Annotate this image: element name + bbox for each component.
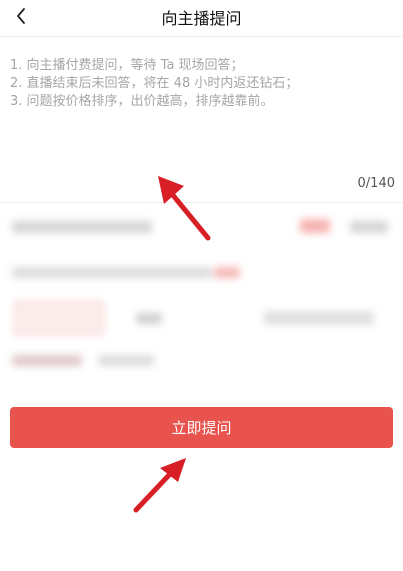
page-title: 向主播提问 — [161, 9, 242, 28]
annotation-arrow-icon — [133, 458, 186, 513]
character-counter: 0/140 — [357, 176, 395, 191]
obscured-line — [12, 355, 82, 366]
obscured-line — [214, 267, 240, 278]
annotation-arrow-icon — [158, 176, 211, 241]
obscured-option — [14, 301, 104, 335]
obscured-line — [264, 311, 374, 325]
question-input[interactable] — [10, 57, 390, 177]
obscured-line — [98, 355, 154, 366]
obscured-line — [350, 221, 388, 233]
obscured-line — [12, 267, 212, 278]
top-bar: 向主播提问 — [0, 0, 403, 37]
obscured-line — [12, 221, 152, 233]
obscured-line — [136, 313, 162, 324]
obscured-badge — [300, 219, 330, 233]
submit-question-button[interactable]: 立即提问 — [10, 407, 393, 448]
